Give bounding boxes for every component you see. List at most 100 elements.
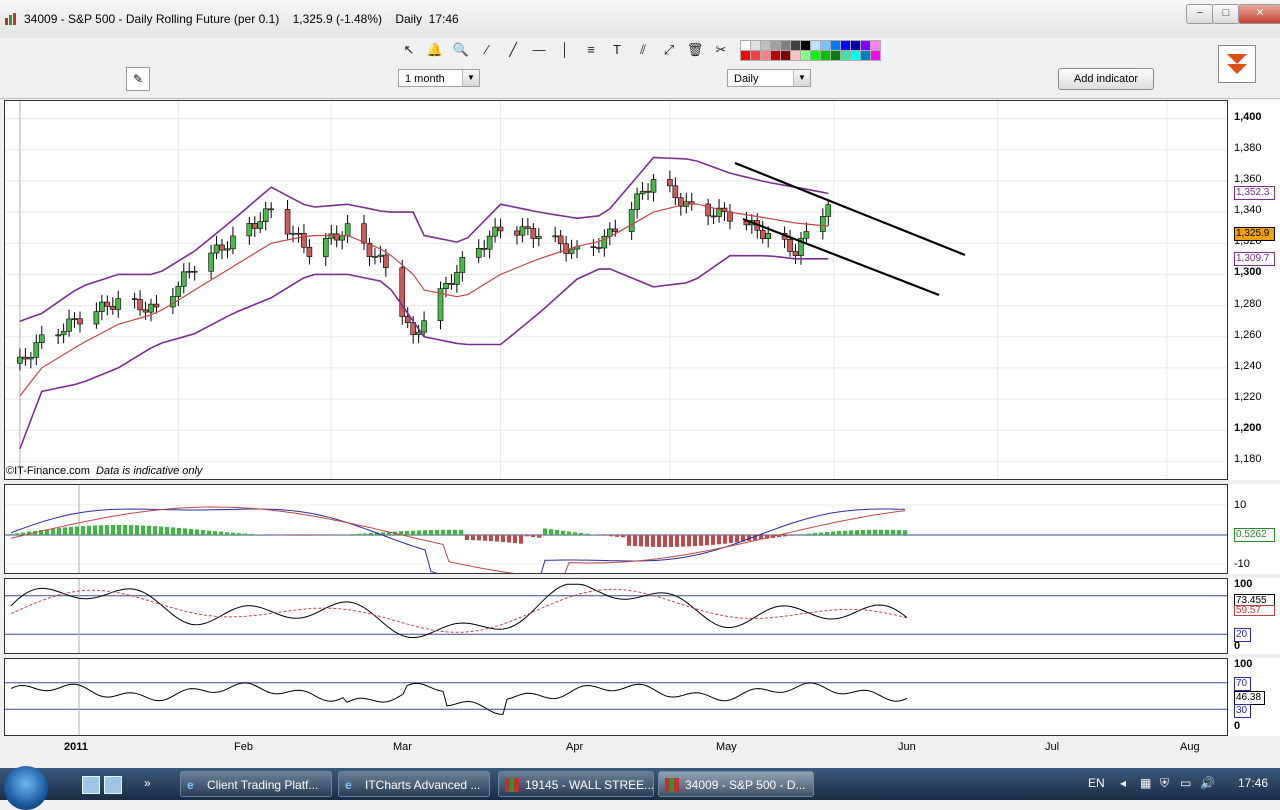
candle-body (460, 257, 465, 272)
horizontal-line-icon[interactable]: — (528, 39, 550, 61)
color-swatch[interactable] (870, 50, 881, 61)
drawing-mode-icon[interactable]: ✎ (126, 67, 150, 91)
candle-body (591, 247, 596, 248)
clock[interactable]: 17:46 (1238, 776, 1268, 790)
task-itcharts[interactable]: eITCharts Advanced ... (338, 771, 490, 797)
collapse-toolbar-button[interactable] (1218, 45, 1256, 83)
macd-histogram-bar (123, 525, 127, 535)
quick-launch-chevron[interactable]: » (144, 776, 151, 790)
candle-body (149, 304, 154, 312)
candle-body (443, 283, 448, 288)
price-tick-label: 1,340 (1234, 204, 1262, 216)
candle-body (793, 252, 798, 256)
rsi-panel[interactable] (4, 658, 1228, 736)
delete-icon[interactable]: 🗑 (684, 39, 706, 61)
title-bar: 34009 - S&P 500 - Daily Rolling Future (… (0, 0, 1280, 39)
candle-body (405, 317, 410, 323)
minimize-button[interactable]: − (1186, 4, 1214, 24)
volume-icon[interactable]: 🔊 (1200, 776, 1215, 790)
macd-histogram-bar (477, 535, 481, 540)
price-grid (5, 101, 1227, 479)
ray-tool-icon[interactable]: ╱ (502, 39, 524, 61)
chevron-down-icon: ▼ (793, 70, 810, 86)
x-axis-label: May (716, 741, 737, 753)
security-icon[interactable]: ⛨ (1160, 776, 1169, 791)
zoom-icon[interactable]: 🔍 (450, 39, 472, 61)
candle-body (804, 232, 809, 239)
macd-histogram-bar (885, 530, 889, 535)
price-chart[interactable] (5, 101, 1227, 479)
add-indicator-button[interactable]: Add indicator (1058, 68, 1154, 90)
macd-histogram-bar (537, 535, 541, 538)
vertical-line-icon[interactable]: │ (554, 39, 576, 61)
close-button[interactable]: ✕ (1238, 4, 1280, 24)
candle-body (296, 233, 301, 234)
candle-body (187, 271, 192, 272)
macd-histogram-bar (831, 532, 835, 535)
period-select[interactable]: 1 month▼ (398, 69, 480, 87)
rsi-70-tag: 70 (1234, 677, 1251, 691)
stochastic-panel[interactable] (4, 578, 1228, 654)
macd-histogram-bar (147, 526, 151, 535)
series-line-0 (20, 158, 828, 322)
resize-tool-icon[interactable]: ⤢ (658, 39, 680, 61)
line-tool-icon[interactable]: ⁄ (476, 39, 498, 61)
price-chart-panel[interactable] (4, 100, 1228, 480)
macd-histogram-bar (705, 535, 709, 545)
show-desktop-icon[interactable] (82, 776, 100, 794)
macd-histogram-bar (561, 531, 565, 535)
candle-body (78, 319, 83, 324)
candle-body (372, 256, 377, 257)
macd-histogram-bar (855, 530, 859, 535)
candle-body (525, 227, 530, 229)
task-client-trading[interactable]: eClient Trading Platf... (180, 771, 332, 797)
macd-histogram-bar (729, 535, 733, 543)
macd-histogram-bar (435, 530, 439, 535)
maximize-button[interactable]: □ (1212, 4, 1240, 24)
alert-bell-icon[interactable]: 🔔 (424, 39, 446, 61)
candle-body (334, 234, 339, 240)
candle-body (291, 233, 296, 234)
fibonacci-icon[interactable]: ≡ (580, 39, 602, 61)
task-sp500[interactable]: 34009 - S&P 500 - D... (658, 771, 814, 797)
macd-histogram-bar (285, 535, 289, 536)
candle-body (181, 272, 186, 286)
double-chevron-down-icon (1219, 46, 1255, 82)
price-tick-label: 1,400 (1234, 111, 1262, 123)
tray-chevron-icon[interactable]: ◂ (1120, 776, 1126, 790)
language-indicator[interactable]: EN (1088, 776, 1105, 790)
stoch-tick: 100 (1234, 578, 1252, 590)
macd-histogram-bar (105, 525, 109, 535)
macd-histogram-bar (573, 532, 577, 535)
stochastic-axis: 100 0 73.455 59.57 20 (1228, 578, 1280, 654)
pointer-tool-icon[interactable]: ↖ (398, 39, 420, 61)
rsi-chart[interactable] (5, 659, 1227, 735)
network-icon[interactable]: ▦ (1140, 776, 1151, 790)
macd-histogram-bar (255, 534, 259, 535)
candle-body (34, 343, 39, 358)
task-wall-street[interactable]: 19145 - WALL STREE... (498, 771, 654, 797)
macd-histogram-bar (723, 535, 727, 544)
stochastic-chart[interactable] (5, 579, 1227, 653)
channel-tool-icon[interactable]: ⫽ (632, 39, 654, 61)
candle-body (558, 236, 563, 244)
candle-body (94, 312, 99, 324)
settings-tools-icon[interactable]: ✂ (710, 39, 732, 61)
color-palette[interactable] (740, 40, 880, 60)
text-tool-icon[interactable]: T (606, 39, 628, 61)
candle-body (553, 236, 558, 237)
macd-histogram-bar (483, 535, 487, 541)
macd-chart[interactable] (5, 485, 1227, 573)
quick-launch-icon[interactable] (104, 776, 122, 794)
candle-body (105, 302, 110, 306)
candle-body (727, 212, 732, 221)
display-icon[interactable]: ▭ (1180, 776, 1191, 790)
candle-body (569, 249, 574, 253)
interval-select[interactable]: Daily▼ (727, 69, 811, 87)
macd-histogram-bar (657, 535, 661, 547)
macd-panel[interactable] (4, 484, 1228, 574)
macd-histogram-bar (585, 534, 589, 535)
macd-histogram-bar (495, 535, 499, 542)
macd-histogram-bar (243, 534, 247, 535)
start-button[interactable] (4, 766, 48, 810)
